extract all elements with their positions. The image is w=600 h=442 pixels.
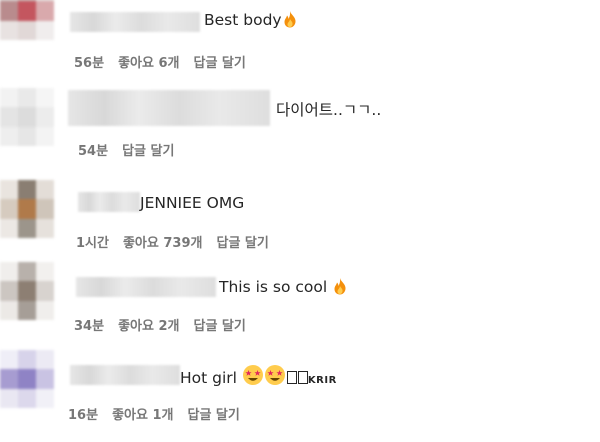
comment-meta: 16분 좋아요 1개 답글 달기 xyxy=(68,407,254,425)
comment-body: Best body xyxy=(204,11,282,29)
likes-count[interactable]: 좋아요 6개 xyxy=(118,56,179,71)
comment-body: JENNIEE OMG xyxy=(140,194,245,212)
timestamp: 56분 xyxy=(74,56,105,71)
timestamp: 54분 xyxy=(78,144,109,159)
timestamp: 1시간 xyxy=(76,236,109,251)
comment-text: This is so cool xyxy=(219,276,348,301)
likes-count[interactable]: 좋아요 1개 xyxy=(112,408,173,423)
reply-button[interactable]: 답글 달기 xyxy=(193,56,245,71)
reply-button[interactable]: 답글 달기 xyxy=(216,236,268,251)
comment-meta: 1시간 좋아요 739개 답글 달기 xyxy=(76,235,283,253)
username[interactable] xyxy=(70,365,180,385)
avatar[interactable] xyxy=(0,350,54,408)
comment-suffix: KRIR xyxy=(307,375,337,386)
missing-glyph-icon xyxy=(286,371,297,384)
username[interactable] xyxy=(76,277,216,297)
star-struck-emoji-icon xyxy=(264,364,286,392)
comment-body: Hot girl xyxy=(180,369,237,387)
comment-body: This is so cool xyxy=(219,278,328,296)
avatar[interactable] xyxy=(0,180,54,238)
username[interactable] xyxy=(70,12,200,32)
comment-text: Hot girl KRIR xyxy=(180,364,337,392)
username[interactable] xyxy=(78,192,140,212)
comment-text: Best body xyxy=(204,9,298,34)
timestamp: 16분 xyxy=(68,408,99,423)
comment-meta: 54분 답글 달기 xyxy=(78,143,188,161)
comment-meta: 34분 좋아요 2개 답글 달기 xyxy=(74,318,260,336)
fire-emoji-icon xyxy=(332,277,348,301)
avatar[interactable] xyxy=(0,0,54,40)
comment-meta: 56분 좋아요 6개 답글 달기 xyxy=(74,55,260,73)
comment-body: 다이어트..ㄱㄱ.. xyxy=(276,101,382,119)
star-struck-emoji-icon xyxy=(242,364,264,392)
reply-button[interactable]: 답글 달기 xyxy=(187,408,239,423)
avatar[interactable] xyxy=(0,262,54,320)
missing-glyph-icon xyxy=(297,371,308,384)
timestamp: 34분 xyxy=(74,319,105,334)
fire-emoji-icon xyxy=(282,10,298,34)
comments-screen: Best body 56분 좋아요 6개 답글 달기 다이어트..ㄱㄱ.. 54분 답… xyxy=(0,0,600,442)
likes-count[interactable]: 좋아요 2개 xyxy=(118,319,179,334)
likes-count[interactable]: 좋아요 739개 xyxy=(123,236,203,251)
reply-button[interactable]: 답글 달기 xyxy=(193,319,245,334)
username[interactable] xyxy=(68,90,270,126)
comment-text: 다이어트..ㄱㄱ.. xyxy=(276,99,381,121)
reply-button[interactable]: 답글 달기 xyxy=(122,144,174,159)
comment-text: JENNIEE OMG xyxy=(140,192,244,214)
avatar[interactable] xyxy=(0,88,54,146)
